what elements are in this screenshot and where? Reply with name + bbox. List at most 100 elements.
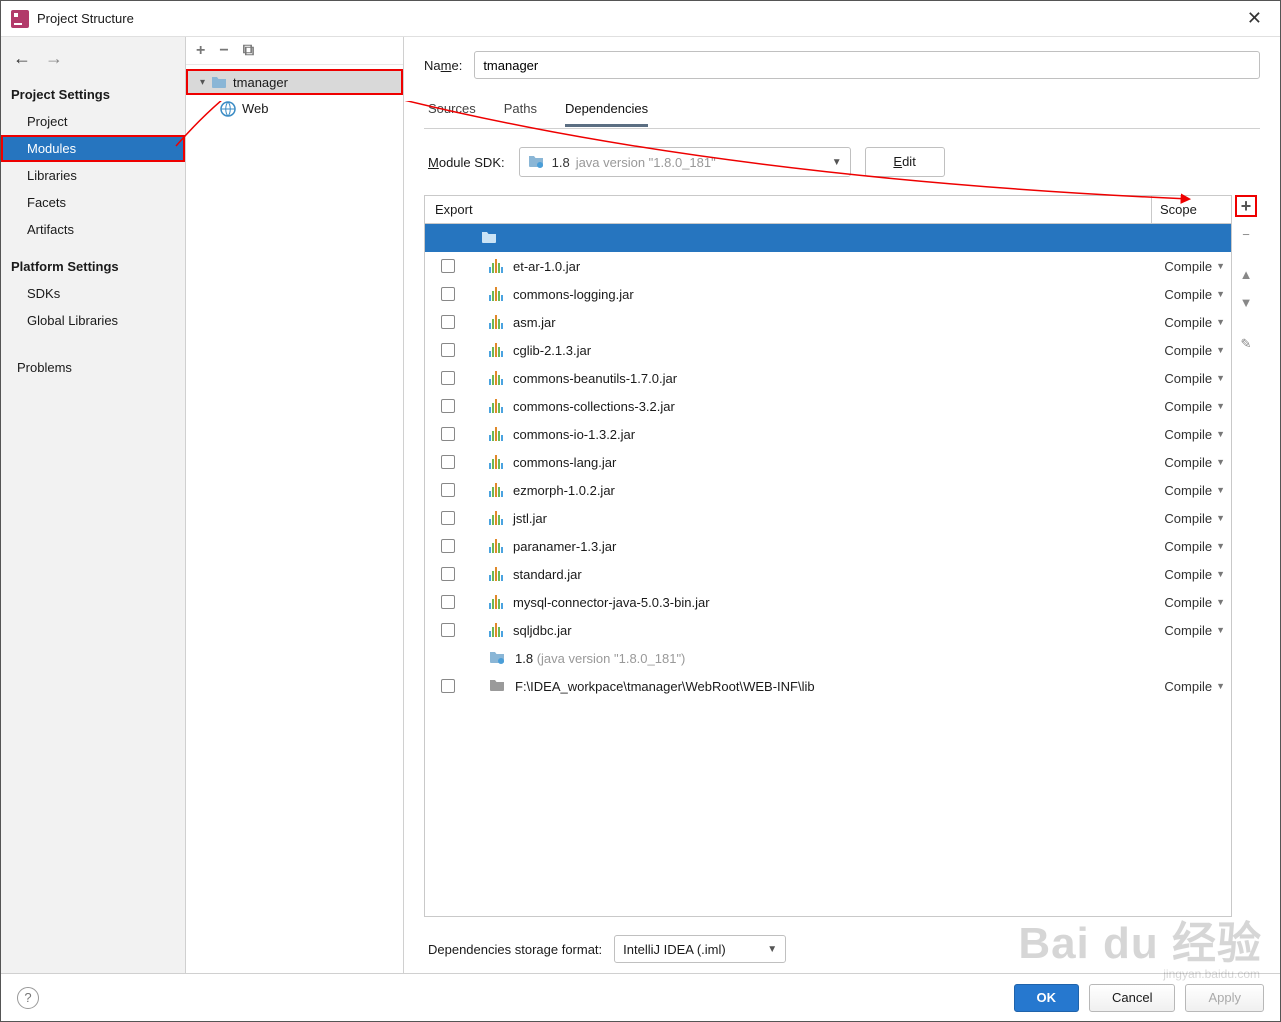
export-checkbox[interactable] xyxy=(441,567,455,581)
module-sdk-combo[interactable]: 1.8 java version "1.8.0_181" ▼ xyxy=(519,147,851,177)
dependency-row[interactable]: paranamer-1.3.jar Compile ▼ xyxy=(425,532,1231,560)
scope-dropdown[interactable]: Compile ▼ xyxy=(1147,399,1225,414)
column-header-export[interactable]: Export xyxy=(425,196,1151,223)
export-checkbox[interactable] xyxy=(441,259,455,273)
module-name-input[interactable] xyxy=(474,51,1260,79)
nav-item-problems[interactable]: Problems xyxy=(1,354,185,381)
nav-back-icon[interactable]: ← xyxy=(13,49,31,67)
nav-item-project[interactable]: Project xyxy=(1,108,185,135)
add-dependency-icon[interactable]: + xyxy=(1235,195,1257,217)
export-checkbox[interactable] xyxy=(441,371,455,385)
tab-paths[interactable]: Paths xyxy=(504,101,537,127)
scope-dropdown[interactable]: Compile ▼ xyxy=(1147,287,1225,302)
module-sdk-label: Module SDK: xyxy=(428,155,505,170)
close-icon[interactable]: ✕ xyxy=(1239,4,1270,33)
dependency-row[interactable]: commons-beanutils-1.7.0.jarCompile ▼ xyxy=(425,364,1231,392)
remove-dependency-icon[interactable]: − xyxy=(1235,223,1257,245)
row-label: standard.jar xyxy=(513,567,1137,582)
dependency-row[interactable]: 1.8 (java version "1.8.0_181") xyxy=(425,644,1231,672)
apply-button[interactable]: Apply xyxy=(1185,984,1264,1012)
dependency-row-module-source[interactable] xyxy=(425,224,1231,252)
tab-sources[interactable]: Sources xyxy=(428,101,476,127)
jar-icon xyxy=(489,427,503,441)
sdk-folder-icon xyxy=(528,154,544,171)
tree-node-tmanager[interactable]: ▾ tmanager xyxy=(186,69,403,95)
export-checkbox[interactable] xyxy=(441,539,455,553)
export-checkbox[interactable] xyxy=(441,315,455,329)
tree-label: Web xyxy=(242,101,269,116)
content-panel: Name: Sources Paths Dependencies Module … xyxy=(404,37,1280,973)
scope-dropdown[interactable]: Compile ▼ xyxy=(1147,455,1225,470)
edit-sdk-button[interactable]: Edit xyxy=(865,147,945,177)
jar-icon xyxy=(489,455,503,469)
scope-dropdown[interactable]: Compile ▼ xyxy=(1147,679,1225,694)
dependency-row[interactable]: jstl.jar Compile ▼ xyxy=(425,504,1231,532)
scope-dropdown[interactable]: Compile ▼ xyxy=(1147,511,1225,526)
scope-dropdown[interactable]: Compile ▼ xyxy=(1147,315,1225,330)
column-header-scope[interactable]: Scope xyxy=(1151,196,1231,223)
dependency-row[interactable]: commons-lang.jarCompile ▼ xyxy=(425,448,1231,476)
ok-button[interactable]: OK xyxy=(1014,984,1080,1012)
export-checkbox[interactable] xyxy=(441,483,455,497)
nav-item-libraries[interactable]: Libraries xyxy=(1,162,185,189)
scope-dropdown[interactable]: Compile ▼ xyxy=(1147,595,1225,610)
scope-dropdown[interactable]: Compile ▼ xyxy=(1147,539,1225,554)
copy-module-icon[interactable]: ⧉ xyxy=(243,42,254,60)
window-title: Project Structure xyxy=(37,11,134,26)
scope-dropdown[interactable]: Compile ▼ xyxy=(1147,567,1225,582)
export-checkbox[interactable] xyxy=(441,343,455,357)
add-module-icon[interactable]: + xyxy=(196,42,205,60)
dependency-row[interactable]: sqljdbc.jarCompile ▼ xyxy=(425,616,1231,644)
jar-icon xyxy=(489,315,503,329)
export-checkbox[interactable] xyxy=(441,623,455,637)
dependency-row[interactable]: commons-logging.jar Compile ▼ xyxy=(425,280,1231,308)
dependency-row[interactable]: commons-io-1.3.2.jarCompile ▼ xyxy=(425,420,1231,448)
export-checkbox[interactable] xyxy=(441,595,455,609)
scope-dropdown[interactable]: Compile ▼ xyxy=(1147,343,1225,358)
export-checkbox[interactable] xyxy=(441,455,455,469)
cancel-button[interactable]: Cancel xyxy=(1089,984,1175,1012)
scope-dropdown[interactable]: Compile ▼ xyxy=(1147,427,1225,442)
dependency-row[interactable]: asm.jarCompile ▼ xyxy=(425,308,1231,336)
storage-format-combo[interactable]: IntelliJ IDEA (.iml) ▼ xyxy=(614,935,786,963)
row-label: jstl.jar xyxy=(513,511,1137,526)
scope-dropdown[interactable]: Compile ▼ xyxy=(1147,623,1225,638)
edit-dependency-icon[interactable]: ✎ xyxy=(1235,333,1257,355)
jar-icon xyxy=(489,511,503,525)
row-label: paranamer-1.3.jar xyxy=(513,539,1137,554)
scope-dropdown[interactable]: Compile ▼ xyxy=(1147,259,1225,274)
remove-module-icon[interactable]: − xyxy=(219,42,228,60)
dependency-row[interactable]: ezmorph-1.0.2.jarCompile ▼ xyxy=(425,476,1231,504)
row-label: commons-logging.jar xyxy=(513,287,1137,302)
dependency-row[interactable]: standard.jar Compile ▼ xyxy=(425,560,1231,588)
export-checkbox[interactable] xyxy=(441,427,455,441)
scope-dropdown[interactable]: Compile ▼ xyxy=(1147,483,1225,498)
export-checkbox[interactable] xyxy=(441,399,455,413)
move-down-icon[interactable]: ▼ xyxy=(1235,291,1257,313)
nav-item-global-libraries[interactable]: Global Libraries xyxy=(1,307,185,334)
nav-item-modules[interactable]: Modules xyxy=(1,135,185,162)
dependency-row[interactable]: et-ar-1.0.jar Compile ▼ xyxy=(425,252,1231,280)
nav-item-facets[interactable]: Facets xyxy=(1,189,185,216)
jar-icon xyxy=(489,623,503,637)
help-icon[interactable]: ? xyxy=(17,987,39,1009)
export-checkbox[interactable] xyxy=(441,511,455,525)
dependency-row[interactable]: mysql-connector-java-5.0.3-bin.jarCompil… xyxy=(425,588,1231,616)
export-checkbox[interactable] xyxy=(441,287,455,301)
nav-item-artifacts[interactable]: Artifacts xyxy=(1,216,185,243)
dependency-row[interactable]: F:\IDEA_workpace\tmanager\WebRoot\WEB-IN… xyxy=(425,672,1231,700)
jar-icon xyxy=(489,343,503,357)
row-label: et-ar-1.0.jar xyxy=(513,259,1137,274)
scope-dropdown[interactable]: Compile ▼ xyxy=(1147,371,1225,386)
jar-icon xyxy=(489,259,503,273)
tree-expand-icon[interactable]: ▾ xyxy=(200,77,205,88)
nav-item-sdks[interactable]: SDKs xyxy=(1,280,185,307)
tree-node-web[interactable]: Web xyxy=(186,95,403,121)
nav-forward-icon[interactable]: → xyxy=(45,49,63,67)
dependency-row[interactable]: commons-collections-3.2.jarCompile ▼ xyxy=(425,392,1231,420)
tab-dependencies[interactable]: Dependencies xyxy=(565,101,648,127)
move-up-icon[interactable]: ▲ xyxy=(1235,263,1257,285)
dependency-row[interactable]: cglib-2.1.3.jarCompile ▼ xyxy=(425,336,1231,364)
export-checkbox[interactable] xyxy=(441,679,455,693)
row-label: F:\IDEA_workpace\tmanager\WebRoot\WEB-IN… xyxy=(515,679,1137,694)
